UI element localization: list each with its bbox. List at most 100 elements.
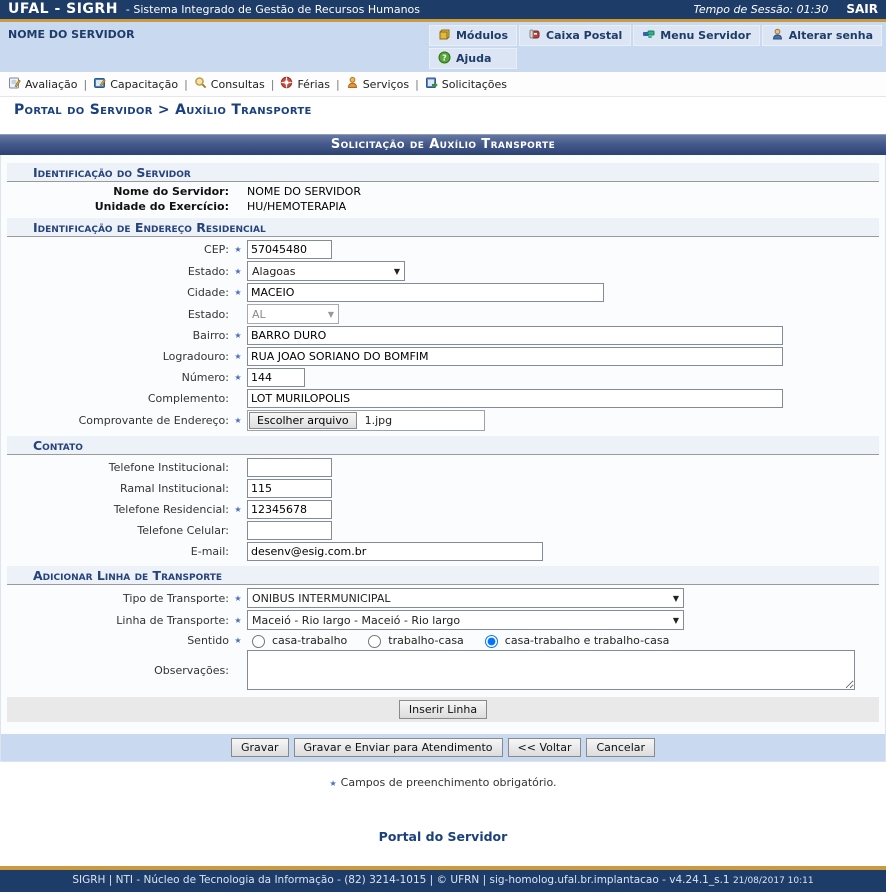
radio-casa-trabalho[interactable]: casa-trabalho	[247, 632, 347, 648]
menu-separator: |	[184, 78, 188, 91]
cep-label: CEP:	[1, 243, 229, 256]
tipo-transporte-select[interactable]: ONIBUS INTERMUNICIPAL ▼	[247, 588, 684, 608]
tel-residencial-input[interactable]	[247, 500, 332, 519]
menu-item-avaliacao[interactable]: Avaliação	[8, 76, 78, 92]
top-bar: UFAL - SIGRH - Sistema Integrado de Gest…	[0, 0, 886, 22]
voltar-button[interactable]: << Voltar	[508, 738, 582, 757]
modules-icon	[438, 28, 451, 44]
gravar-button[interactable]: Gravar	[231, 738, 289, 757]
menu-item-servicos[interactable]: Serviços	[346, 76, 409, 92]
user-name: NOME DO SERVIDOR	[8, 25, 135, 69]
tel-institucional-label: Telefone Institucional:	[1, 461, 229, 474]
app-subtitle: - Sistema Integrado de Gestão de Recurso…	[126, 3, 420, 16]
cidade-input[interactable]	[247, 283, 604, 302]
menu-item-ferias[interactable]: Férias	[280, 76, 330, 92]
gravar-enviar-button[interactable]: Gravar e Enviar para Atendimento	[294, 738, 503, 757]
section-linha-transporte: Adicionar Linha de Transporte	[7, 566, 879, 585]
main-menu: Avaliação | Capacitação | Consultas | Fé…	[0, 72, 886, 97]
form-actions: Gravar Gravar e Enviar para Atendimento …	[1, 734, 885, 761]
required-star: ★	[329, 779, 336, 788]
sentido-label: Sentido	[1, 634, 229, 647]
required-star: ★	[229, 616, 247, 625]
menu-separator: |	[336, 78, 340, 91]
footer-text: SIGRH | NTI - Núcleo de Tecnologia da In…	[72, 874, 729, 886]
help-button[interactable]: ? Ajuda	[429, 48, 517, 69]
file-name: 1.jpg	[365, 414, 393, 427]
footer: SIGRH | NTI - Núcleo de Tecnologia da In…	[0, 866, 886, 892]
linha-transporte-select[interactable]: Maceió - Rio largo - Maceió - Rio largo …	[247, 610, 684, 630]
required-star: ★	[229, 594, 247, 603]
required-star: ★	[229, 416, 247, 425]
help-icon: ?	[438, 51, 451, 67]
linha-transporte-label: Linha de Transporte:	[1, 614, 229, 627]
menu-item-consultas[interactable]: Consultas	[194, 76, 265, 92]
tel-institucional-input[interactable]	[247, 458, 332, 477]
page-title: Solicitação de Auxílio Transporte	[0, 134, 886, 155]
sentido-radio-group: casa-trabalho trabalho-casa casa-trabalh…	[247, 632, 669, 648]
numero-input[interactable]	[247, 368, 305, 387]
ramal-input[interactable]	[247, 479, 332, 498]
nome-servidor-label: Nome do Servidor:	[1, 185, 229, 198]
menu-separator: |	[84, 78, 88, 91]
user-band: NOME DO SERVIDOR Módulos Caixa Postal Me…	[0, 22, 886, 72]
choose-file-button[interactable]: Escolher arquivo	[249, 412, 357, 429]
modules-button[interactable]: Módulos	[429, 25, 517, 46]
portal-servidor-link[interactable]: Portal do Servidor	[0, 829, 886, 844]
ramal-label: Ramal Institucional:	[1, 482, 229, 495]
bairro-label: Bairro:	[1, 329, 229, 342]
required-star: ★	[229, 288, 247, 297]
chevron-down-icon: ▼	[673, 594, 679, 603]
required-star: ★	[229, 331, 247, 340]
required-star: ★	[229, 373, 247, 382]
inserir-linha-button[interactable]: Inserir Linha	[399, 700, 487, 719]
requests-icon	[425, 76, 438, 92]
lifebuoy-icon	[280, 76, 293, 92]
radio-trabalho-casa[interactable]: trabalho-casa	[363, 632, 464, 648]
menu-servidor-icon	[642, 28, 655, 44]
required-star: ★	[229, 636, 247, 645]
radio-casa-trabalho-e-trabalho-casa[interactable]: casa-trabalho e trabalho-casa	[480, 632, 670, 648]
chevron-down-icon: ▼	[673, 616, 679, 625]
observacoes-textarea[interactable]	[247, 650, 855, 690]
training-icon	[93, 76, 106, 92]
required-star: ★	[229, 267, 247, 276]
menu-servidor-button[interactable]: Menu Servidor	[633, 25, 760, 46]
email-label: E-mail:	[1, 545, 229, 558]
unidade-exercicio-value: HU/HEMOTERAPIA	[247, 200, 346, 213]
cidade-label: Cidade:	[1, 286, 229, 299]
logradouro-input[interactable]	[247, 347, 783, 366]
cancelar-button[interactable]: Cancelar	[586, 738, 655, 757]
required-star: ★	[229, 245, 247, 254]
change-password-button[interactable]: Alterar senha	[762, 25, 882, 46]
complemento-input[interactable]	[247, 389, 783, 408]
evaluation-icon	[8, 76, 21, 92]
inserir-linha-row: Inserir Linha	[7, 697, 879, 722]
menu-item-solicitacoes[interactable]: Solicitações	[425, 76, 507, 92]
mailbox-button[interactable]: Caixa Postal	[519, 25, 631, 46]
chevron-down-icon: ▼	[328, 310, 334, 319]
chevron-down-icon: ▼	[394, 267, 400, 276]
comprovante-file-input[interactable]: Escolher arquivo 1.jpg	[247, 410, 485, 431]
tel-celular-input[interactable]	[247, 521, 332, 540]
menu-item-capacitacao[interactable]: Capacitação	[93, 76, 178, 92]
unidade-exercicio-label: Unidade do Exercício:	[1, 200, 229, 213]
menu-separator: |	[415, 78, 419, 91]
complemento-label: Complemento:	[1, 392, 229, 405]
logout-link[interactable]: SAIR	[846, 2, 878, 16]
numero-label: Número:	[1, 371, 229, 384]
email-input[interactable]	[247, 542, 543, 561]
tel-celular-label: Telefone Celular:	[1, 524, 229, 537]
bairro-input[interactable]	[247, 326, 783, 345]
tel-residencial-label: Telefone Residencial:	[1, 503, 229, 516]
required-star: ★	[229, 352, 247, 361]
required-fields-note: ★Campos de preenchimento obrigatório.	[0, 776, 886, 789]
search-icon	[194, 76, 207, 92]
estado-select[interactable]: Alagoas ▼	[247, 261, 405, 281]
nome-servidor-value: NOME DO SERVIDOR	[247, 185, 361, 198]
change-password-icon	[771, 28, 784, 44]
person-icon	[346, 76, 359, 92]
estado-label: Estado:	[1, 265, 229, 278]
section-contato: Contato	[7, 436, 879, 455]
cep-input[interactable]	[247, 240, 332, 259]
uf-select[interactable]: AL ▼	[247, 304, 339, 324]
